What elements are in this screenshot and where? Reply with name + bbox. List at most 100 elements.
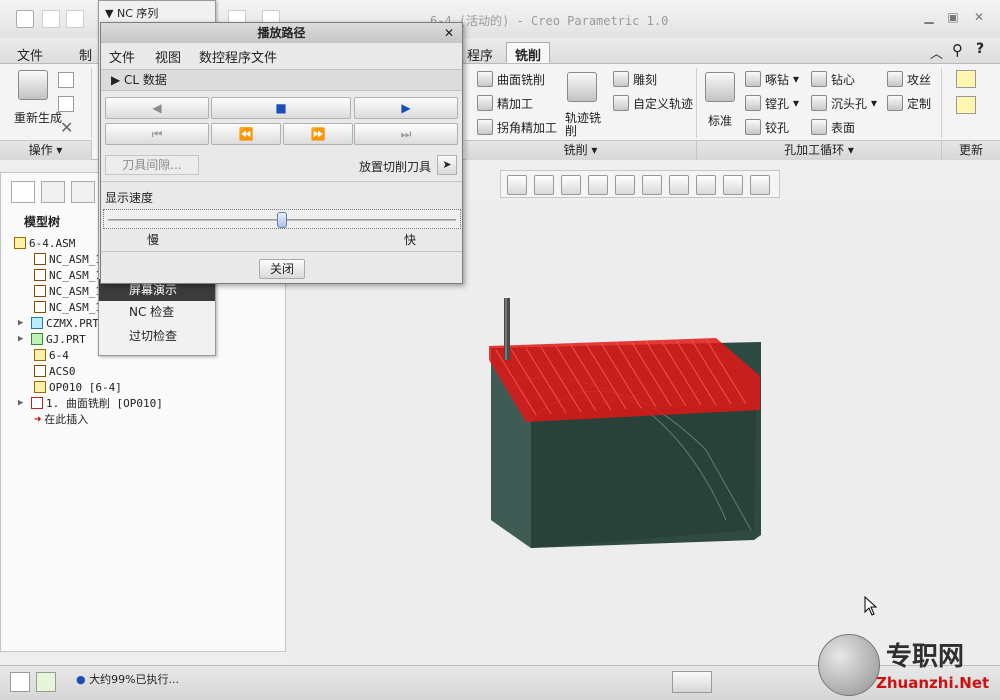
view-manager-icon[interactable] [669, 175, 689, 195]
group-update-footer[interactable]: 更新 [942, 140, 1000, 160]
spin-center-icon[interactable] [750, 175, 770, 195]
update-tool-icon[interactable] [956, 96, 976, 114]
tree-item-csys[interactable]: NC_ASM_1 [34, 299, 102, 315]
fast-forward-button[interactable]: ⏭ [354, 123, 458, 145]
new-file-icon[interactable] [42, 10, 60, 28]
update-icon[interactable] [956, 70, 976, 88]
countersink-button[interactable]: 沉头孔 ▾ [811, 92, 877, 114]
tree-item-csys[interactable]: ACS0 [34, 363, 76, 379]
rewind-button[interactable]: ⏮ [105, 123, 209, 145]
slider-thumb[interactable] [277, 212, 287, 228]
trajectory-milling-icon[interactable] [567, 72, 597, 102]
maximize-icon[interactable]: ▣ [944, 10, 962, 24]
find-icon[interactable] [672, 671, 712, 693]
bore-button[interactable]: 镗孔 ▾ [745, 92, 799, 114]
annotation-display-icon[interactable] [723, 175, 743, 195]
tool-clearance-button[interactable]: 刀具间隙... [105, 155, 199, 175]
finishing-button[interactable]: 精加工 [477, 92, 533, 114]
peck-drill-button[interactable]: 啄钻 ▾ [745, 68, 799, 90]
expand-icon[interactable]: ▶ [18, 398, 28, 408]
tree-item-label: 在此插入 [44, 413, 89, 426]
tree-item-datum[interactable]: NC_ASM_1 [34, 251, 102, 267]
place-cutter-pointer-icon[interactable]: ➤ [437, 155, 457, 175]
tree-item-root[interactable]: 6-4.ASM [14, 235, 75, 251]
menu-item-gouge-check[interactable]: 过切检查 [99, 325, 215, 347]
custom-trajectory-button[interactable]: 自定义轨迹 [613, 92, 693, 114]
tree-item-operation[interactable]: OP010 [6-4] [34, 379, 122, 395]
copy-icon[interactable] [58, 72, 74, 88]
regenerate-label[interactable]: 重新生成 [14, 112, 64, 125]
group-operations-footer[interactable]: 操作 ▾ [0, 140, 92, 160]
zoom-in-icon[interactable] [534, 175, 554, 195]
browser-toggle-icon[interactable] [36, 672, 56, 692]
search-icon[interactable]: ⚲ [952, 41, 963, 59]
saved-views-icon[interactable] [642, 175, 662, 195]
cl-data-toggle[interactable]: ▶ CL 数据 [101, 69, 462, 91]
dialog-menu-file[interactable]: 文件 [109, 47, 135, 66]
status-message-text: 大约99%已执行... [89, 673, 180, 686]
expand-icon[interactable]: ▶ [18, 334, 28, 344]
close-window-icon[interactable]: ✕ [970, 10, 988, 24]
minimize-icon[interactable]: ▁ [920, 10, 938, 24]
tab-file[interactable]: 文件 [8, 42, 52, 64]
group-update-label: 更新 [958, 143, 983, 157]
navigator-toggle-icon[interactable] [10, 672, 30, 692]
surface-milling-button[interactable]: 曲面铣削 [477, 68, 545, 90]
nc-sequence-menu-title[interactable]: ▼ NC 序列 [105, 5, 158, 21]
center-drill-button[interactable]: 钻心 [811, 68, 855, 90]
nc-sequence-title-label: NC 序列 [116, 7, 159, 20]
datum-display-icon[interactable] [696, 175, 716, 195]
step-back-button[interactable]: ⏪ [211, 123, 281, 145]
tree-item-datum[interactable]: NC_ASM_1 [34, 267, 102, 283]
tab-programs[interactable]: 程序 [458, 42, 502, 64]
play-backward-button[interactable]: ◀ [105, 97, 209, 119]
expand-icon[interactable]: ▶ [18, 318, 28, 328]
display-style-icon[interactable] [615, 175, 635, 195]
ream-button[interactable]: 铰孔 [745, 116, 789, 138]
dialog-menu-view[interactable]: 视图 [155, 47, 181, 66]
custom-cycle-button[interactable]: 定制 [887, 92, 931, 114]
favorites-tab-icon[interactable] [71, 181, 95, 203]
group-hole-cycles-footer[interactable]: 孔加工循环 ▾ [697, 140, 942, 160]
zoom-out-icon[interactable] [561, 175, 581, 195]
standard-drill-label[interactable]: 标准 [708, 112, 732, 129]
menu-item-nc-check[interactable]: NC 检查 [99, 301, 215, 323]
surface-milling-label: 曲面铣削 [497, 72, 546, 87]
paste-icon[interactable] [58, 96, 74, 112]
repaint-icon[interactable] [588, 175, 608, 195]
standard-drill-icon[interactable] [705, 72, 735, 102]
watermark-ball-logo-icon [818, 634, 880, 696]
open-file-icon[interactable] [66, 10, 84, 28]
dialog-close-icon[interactable]: ✕ [441, 25, 457, 41]
dialog-menu-nc-file[interactable]: 数控程序文件 [199, 47, 277, 66]
tree-item-part[interactable]: ▶ CZMX.PRT [18, 315, 99, 331]
regenerate-icon[interactable] [18, 70, 48, 100]
tab-manufacture[interactable]: 制 [70, 42, 101, 64]
tree-item-workcell[interactable]: 6-4 [34, 347, 69, 363]
display-speed-slider[interactable] [103, 209, 461, 229]
tap-button[interactable]: 攻丝 [887, 68, 931, 90]
refit-icon[interactable] [507, 175, 527, 195]
model-tree-tab-icon[interactable] [11, 181, 35, 203]
step-forward-button[interactable]: ⏩ [283, 123, 353, 145]
tree-item-part[interactable]: ▶ GJ.PRT [18, 331, 86, 347]
group-milling-footer[interactable]: 铣削 ▾ [465, 140, 697, 160]
trajectory-milling-label[interactable]: 轨迹铣削 [565, 112, 605, 138]
workpiece-front-face [531, 400, 756, 548]
tree-item-insert-here[interactable]: ➜ 在此插入 [34, 411, 88, 427]
tab-milling[interactable]: 铣削 [506, 42, 551, 64]
engrave-button[interactable]: 雕刻 [613, 68, 657, 90]
delete-icon[interactable]: ✕ [60, 118, 73, 137]
tree-item-datum[interactable]: NC_ASM_1 [34, 283, 102, 299]
chevron-up-icon[interactable]: ︿ [930, 43, 943, 62]
tree-item-sequence[interactable]: ▶ 1. 曲面铣削 [OP010] [18, 395, 163, 411]
close-button[interactable]: 关闭 [259, 259, 305, 279]
face-button[interactable]: 表面 [811, 116, 855, 138]
stop-button[interactable]: ■ [211, 97, 351, 119]
play-forward-button[interactable]: ▶ [354, 97, 458, 119]
folder-browser-tab-icon[interactable] [41, 181, 65, 203]
finishing-label: 精加工 [497, 96, 534, 111]
help-icon[interactable]: ? [976, 41, 984, 57]
graphics-toolbar [500, 170, 780, 198]
corner-finishing-button[interactable]: 拐角精加工 [477, 116, 557, 138]
